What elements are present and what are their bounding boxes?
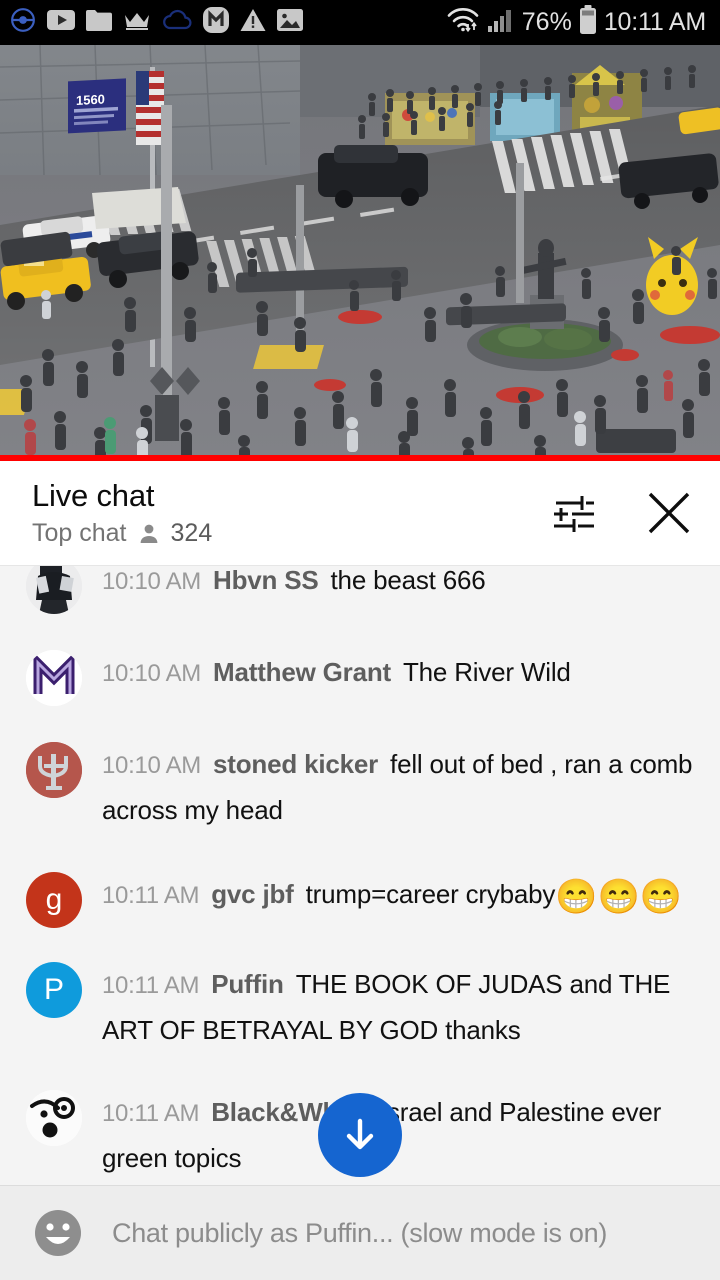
avatar[interactable] [26, 650, 82, 706]
avatar-image-trident [26, 742, 82, 798]
chat-header-subtitle-row: Top chat 324 [32, 519, 212, 548]
chat-header-actions [546, 486, 696, 540]
viewer-count-label: 324 [170, 519, 213, 547]
image-icon [277, 8, 303, 37]
page-title: Live chat [32, 478, 155, 513]
avatar-image-masked-person [26, 566, 82, 614]
message-body: 10:10 AM Hbvn SS the beast 666 [102, 566, 486, 614]
message-body: 10:11 AM gvc jbf trump=career crybaby😁😁😁 [102, 868, 682, 928]
message-author[interactable]: Puffin [211, 969, 284, 999]
chat-message[interactable]: P 10:11 AM Puffin THE BOOK OF JUDAS and TH… [0, 950, 720, 1066]
message-body: 10:10 AM Matthew Grant The River Wild [102, 646, 571, 706]
crown-icon [123, 9, 151, 36]
youtube-play-icon [47, 9, 75, 36]
avatar[interactable]: g [26, 872, 82, 928]
pokeball-icon [10, 7, 36, 38]
status-bar: 76% 10:11 AM [0, 0, 720, 45]
arrow-down-icon [346, 1118, 374, 1150]
chat-message[interactable]: 10:10 AM stoned kicker fell out of bed , r… [0, 730, 720, 846]
scroll-to-bottom-button[interactable] [318, 1093, 402, 1177]
video-player[interactable]: 1560 [0, 45, 720, 455]
message-author[interactable]: gvc jbf [211, 879, 294, 909]
message-timestamp: 10:11 AM [102, 1100, 200, 1127]
chat-message[interactable]: 10:10 AM Hbvn SS the beast 666 [0, 566, 720, 622]
message-body: 10:10 AM stoned kicker fell out of bed , r… [102, 738, 700, 838]
battery-percent-label: 76% [521, 8, 572, 36]
message-timestamp: 10:11 AM [102, 972, 200, 999]
message-timestamp: 10:10 AM [102, 660, 202, 687]
wifi-icon [446, 6, 480, 39]
chat-input-bar[interactable]: Chat publicly as Puffin... (slow mode is… [0, 1185, 720, 1280]
message-text: trump=career crybaby [305, 879, 556, 909]
avatar-letter: P [43, 973, 64, 1006]
message-timestamp: 10:10 AM [102, 752, 202, 779]
avatar-image-m-logo [26, 650, 82, 706]
message-text: the beast 666 [330, 566, 486, 595]
message-author[interactable]: stoned kicker [213, 749, 378, 779]
avatar[interactable]: P [26, 962, 82, 1018]
cloud-icon [162, 9, 192, 36]
warning-triangle-icon [240, 8, 266, 37]
avatar-letter: g [45, 883, 63, 916]
avatar-image-drawn-face [26, 1090, 82, 1146]
chat-mode-label[interactable]: Top chat [32, 519, 127, 548]
message-author[interactable]: Hbvn SS [213, 566, 319, 595]
status-bar-notification-icons [10, 7, 303, 38]
close-x-icon[interactable] [642, 486, 696, 540]
status-bar-system-icons: 76% 10:11 AM [446, 5, 706, 40]
video-frame-image: 1560 [0, 45, 720, 455]
chat-message[interactable]: g 10:11 AM gvc jbf trump=career crybaby😁😁😁 [0, 860, 720, 936]
chat-input-field[interactable]: Chat publicly as Puffin... (slow mode is… [112, 1216, 607, 1251]
chat-settings-sliders-icon[interactable] [546, 486, 600, 540]
message-body: 10:11 AM Puffin THE BOOK OF JUDAS and THE … [102, 958, 700, 1058]
person-icon [137, 522, 161, 546]
billboard-text: 1560 [76, 92, 105, 109]
message-timestamp: 10:10 AM [102, 568, 202, 595]
m-badge-icon [203, 7, 229, 38]
clock-label: 10:11 AM [603, 8, 706, 36]
chat-header-titles: Live chat Top chat 324 [32, 478, 212, 548]
avatar[interactable] [26, 1090, 82, 1146]
message-author[interactable]: Matthew Grant [213, 657, 391, 687]
chat-message[interactable]: 10:10 AM Matthew Grant The River Wild [0, 638, 720, 714]
live-chat-header: Live chat Top chat 324 [0, 461, 720, 566]
avatar[interactable] [26, 742, 82, 798]
message-timestamp: 10:11 AM [102, 882, 200, 909]
message-emoji: 😁😁😁 [555, 878, 683, 916]
folder-icon [86, 9, 112, 36]
cell-signal-icon [487, 7, 515, 38]
message-text: The River Wild [402, 657, 571, 687]
avatar[interactable] [26, 566, 82, 614]
battery-icon [579, 5, 597, 40]
app-screen: 76% 10:11 AM 1560 Live chat Top chat 324… [0, 0, 720, 1280]
emoji-smiley-icon[interactable] [30, 1205, 86, 1261]
